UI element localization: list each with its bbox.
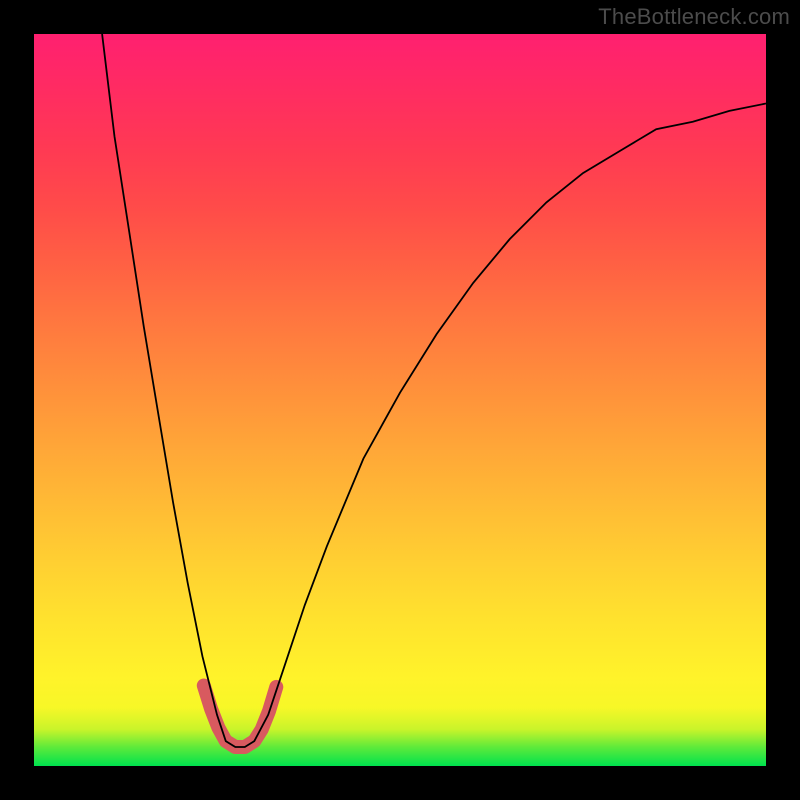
chart-stage: TheBottleneck.com <box>0 0 800 800</box>
curve-layer <box>34 34 766 766</box>
plot-area <box>34 34 766 766</box>
valley-highlight <box>204 686 276 748</box>
watermark-text: TheBottleneck.com <box>598 4 790 30</box>
bottleneck-curve <box>102 34 766 747</box>
